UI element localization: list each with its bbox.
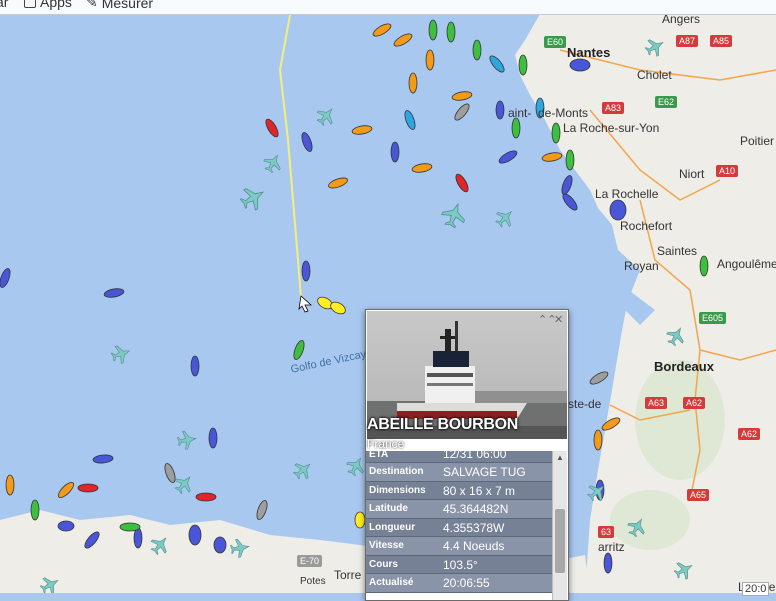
- place-label-partial-4: Torre: [334, 568, 362, 582]
- vessel-details-table: ETA 12/31 06:00 Destination SALVAGE TUG …: [366, 447, 552, 593]
- time-readout: 20:0: [742, 582, 770, 596]
- vessel-info-popup[interactable]: ⌃⌃ ✕ ABEILLE BOURBON France ETA 12/31 06…: [365, 309, 569, 601]
- city-label-bordeaux: Bordeaux: [654, 359, 714, 374]
- road-shield: A10: [716, 165, 739, 177]
- detail-value: 80 x 16 x 7 m: [443, 483, 516, 498]
- toolbar-item[interactable]: ar: [0, 0, 8, 10]
- road-shield: E605: [699, 312, 727, 324]
- scroll-up-icon[interactable]: ▲: [556, 453, 564, 462]
- detail-row: Cours 103.5°: [366, 555, 552, 574]
- road-shield: A85: [710, 35, 733, 47]
- detail-value: 4.355378W: [443, 520, 505, 535]
- detail-row: Vitesse 4.4 Noeuds: [366, 537, 552, 556]
- place-label-partial-2: de-Monts: [538, 106, 589, 120]
- detail-key: Longueur: [369, 521, 416, 533]
- city-label-rochefort: Rochefort: [620, 219, 673, 233]
- top-toolbar: ar Apps ✎ Mesurer: [0, 0, 776, 15]
- city-label-nantes: Nantes: [567, 45, 611, 60]
- popup-scrollbar[interactable]: ▲: [552, 451, 567, 600]
- city-label-niort: Niort: [679, 167, 705, 181]
- road-shield: A65: [687, 489, 710, 501]
- apps-button[interactable]: Apps: [24, 0, 72, 10]
- city-label-cholet: Cholet: [637, 68, 672, 82]
- vessel-name: ABEILLE BOURBON: [367, 416, 519, 433]
- detail-row: Actualisé 20:06:55: [366, 574, 552, 593]
- road-shield: A63: [645, 397, 668, 409]
- detail-key: Cours: [369, 558, 398, 570]
- place-label-partial-1: aint-: [508, 106, 532, 120]
- ruler-icon: ✎: [86, 0, 98, 10]
- detail-value: 103.5°: [443, 557, 478, 572]
- place-label-partial-3: ste-de: [568, 397, 602, 411]
- detail-value: 20:06:55: [443, 576, 490, 590]
- detail-key: ETA: [369, 449, 389, 460]
- road-shield: A62: [738, 428, 761, 440]
- road-shield: E60: [544, 36, 567, 48]
- road-shield: A62: [683, 397, 706, 409]
- place-label-partial-5: Potes: [300, 576, 326, 587]
- measure-button[interactable]: ✎ Mesurer: [86, 0, 153, 11]
- road-shield: A87: [676, 35, 699, 47]
- detail-row: Longueur 4.355378W: [366, 518, 552, 537]
- detail-key: Destination: [369, 466, 424, 477]
- city-label-angouleme: Angoulême: [717, 257, 776, 271]
- city-label-la-rochelle: La Rochelle: [595, 187, 659, 201]
- detail-value: 4.4 Noeuds: [443, 539, 505, 553]
- city-label-biarritz: arritz: [598, 540, 625, 554]
- city-label-poitiers: Poitier: [740, 134, 775, 148]
- road-shield: 63: [598, 526, 615, 538]
- road-shield: E-70: [297, 555, 323, 567]
- detail-value: SALVAGE TUG: [443, 465, 526, 479]
- toolbar-item-label: ar: [0, 0, 9, 10]
- city-label-saintes: Saintes: [657, 244, 698, 258]
- city-label-la-roche-sur-yon: La Roche-sur-Yon: [563, 121, 660, 135]
- detail-key: Latitude: [369, 503, 408, 514]
- detail-key: Actualisé: [369, 577, 414, 588]
- detail-value: 12/31 06:00: [443, 447, 507, 461]
- detail-row: Latitude 45.364482N: [366, 500, 552, 519]
- apps-icon: [24, 0, 36, 8]
- detail-row: ETA 12/31 06:00: [366, 447, 552, 463]
- road-shield: A83: [602, 102, 625, 114]
- detail-row: Dimensions 80 x 16 x 7 m: [366, 481, 552, 500]
- city-label-royan: Royan: [624, 259, 659, 273]
- scroll-thumb[interactable]: [555, 509, 565, 573]
- detail-row: Destination SALVAGE TUG: [366, 463, 552, 482]
- close-icon[interactable]: ✕: [554, 313, 563, 326]
- detail-value: 45.364482N: [443, 502, 509, 516]
- apps-label: Apps: [40, 0, 72, 10]
- detail-key: Vitesse: [369, 540, 404, 551]
- measure-label: Mesurer: [101, 0, 154, 11]
- road-shield: E62: [655, 96, 678, 108]
- detail-key: Dimensions: [369, 484, 426, 496]
